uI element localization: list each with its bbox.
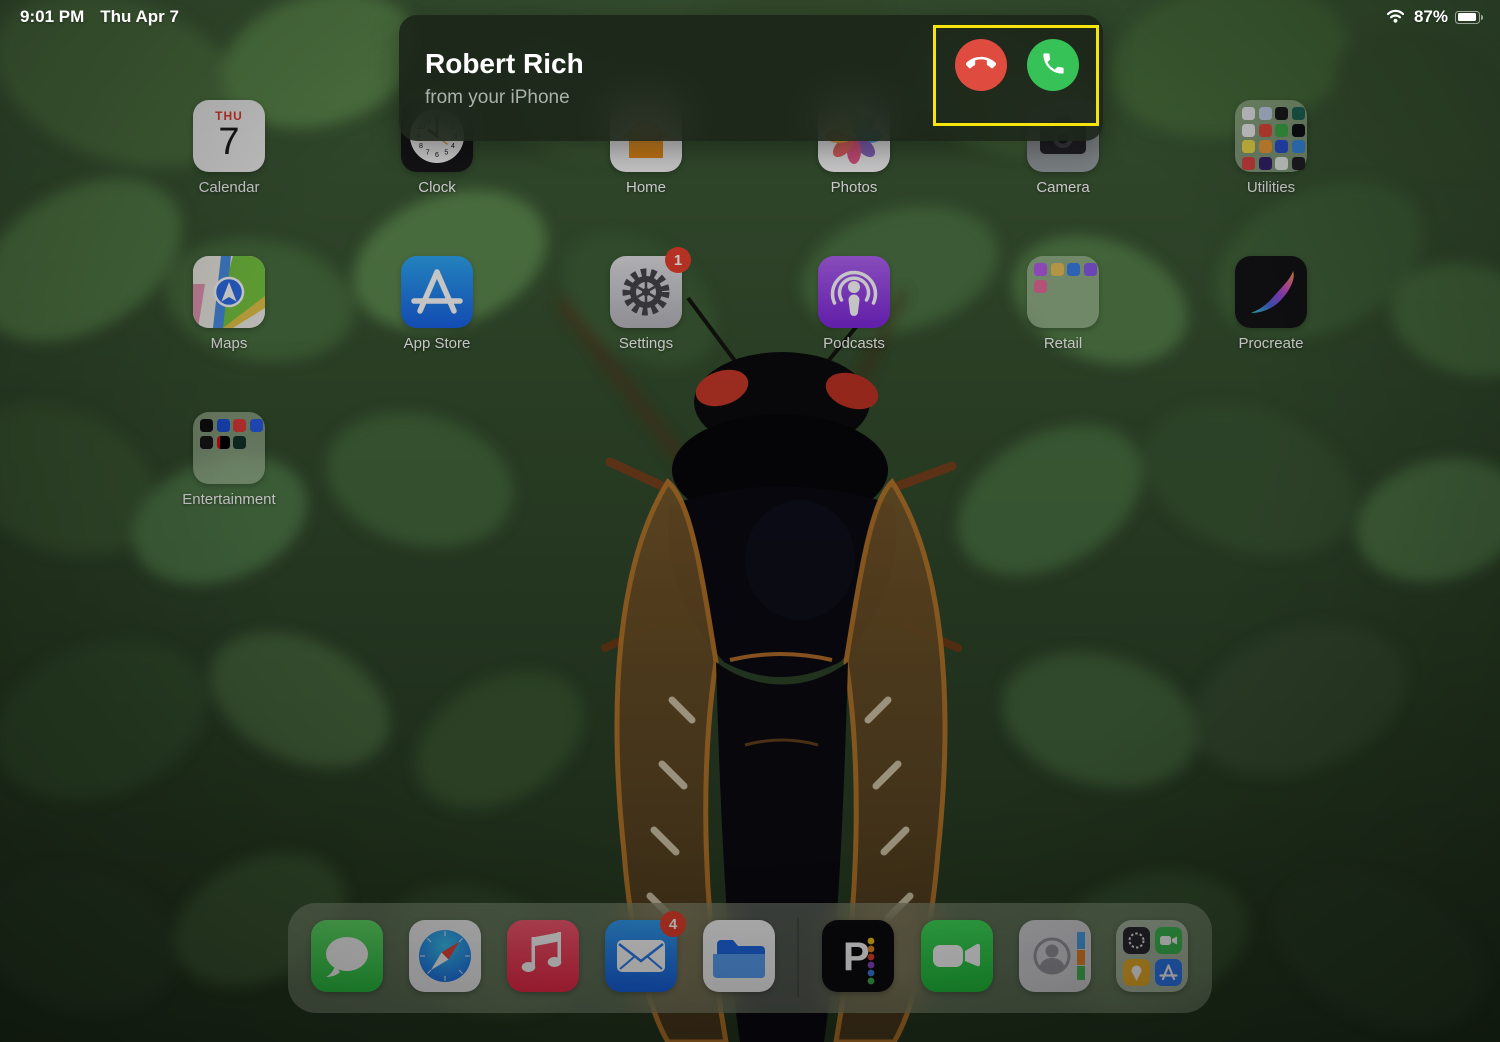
ipad-home-screen: THU 7 Calendar 1212 345 678 91011 Clock (0, 0, 1500, 1042)
maps-icon (193, 256, 265, 328)
settings-badge: 1 (665, 247, 691, 273)
retail-folder-icon (1027, 256, 1099, 328)
svg-text:4: 4 (451, 143, 455, 150)
svg-text:P: P (843, 935, 870, 979)
files-icon[interactable] (703, 920, 775, 992)
app-podcasts[interactable]: Podcasts (779, 256, 929, 352)
battery-icon (1455, 11, 1480, 24)
status-time: 9:01 PM (20, 7, 84, 27)
battery-percent: 87% (1414, 7, 1448, 27)
app-label: Clock (418, 179, 456, 196)
dock-separator (797, 918, 799, 998)
decline-call-button[interactable] (955, 39, 1007, 91)
app-settings[interactable]: 1 Settings (571, 256, 721, 352)
app-library-mini-appstore (1155, 959, 1182, 986)
folder-label: Retail (1044, 335, 1082, 352)
app-label: Settings (619, 335, 673, 352)
mail-badge: 4 (660, 911, 686, 937)
app-library-mini-settings (1123, 927, 1150, 954)
facetime-icon[interactable] (921, 920, 993, 992)
dock: 4 P (288, 903, 1212, 1013)
caller-name: Robert Rich (425, 48, 584, 80)
svg-text:7: 7 (426, 150, 430, 157)
app-label: Photos (831, 179, 878, 196)
app-label: Home (626, 179, 666, 196)
app-library-mini-findmy (1123, 959, 1150, 986)
svg-text:5: 5 (444, 150, 448, 157)
podcasts-icon (818, 256, 890, 328)
svg-text:6: 6 (435, 152, 439, 159)
settings-icon: 1 (610, 256, 682, 328)
calendar-icon: THU 7 (193, 100, 265, 172)
status-bar: 9:01 PM Thu Apr 7 87% (0, 0, 1500, 34)
app-label: Camera (1036, 179, 1089, 196)
app-library-mini-facetime (1155, 927, 1182, 954)
music-icon[interactable] (507, 920, 579, 992)
app-label: Procreate (1238, 335, 1303, 352)
app-procreate[interactable]: Procreate (1196, 256, 1346, 352)
folder-utilities[interactable]: Utilities (1196, 100, 1346, 196)
wifi-icon (1384, 6, 1407, 29)
app-appstore[interactable]: App Store (362, 256, 512, 352)
app-calendar[interactable]: THU 7 Calendar (154, 100, 304, 196)
calendar-day: 7 (218, 123, 239, 161)
messages-icon[interactable] (311, 920, 383, 992)
app-label: Calendar (199, 179, 260, 196)
folder-retail[interactable]: Retail (988, 256, 1138, 352)
app-store-icon (401, 256, 473, 328)
folder-entertainment[interactable]: Entertainment (154, 412, 304, 508)
app-label: Podcasts (823, 335, 885, 352)
utilities-folder-icon (1235, 100, 1307, 172)
safari-icon[interactable] (409, 920, 481, 992)
app-maps[interactable]: Maps (154, 256, 304, 352)
entertainment-folder-icon (193, 412, 265, 484)
mail-icon[interactable]: 4 (605, 920, 677, 992)
svg-text:8: 8 (419, 143, 423, 150)
app-label: App Store (404, 335, 471, 352)
app-label: Maps (211, 335, 248, 352)
app-library-icon[interactable] (1116, 920, 1188, 992)
status-date: Thu Apr 7 (100, 7, 179, 27)
accept-call-button[interactable] (1027, 39, 1079, 91)
accept-call-icon (1040, 50, 1067, 80)
contacts-icon[interactable] (1019, 920, 1091, 992)
decline-call-icon (966, 49, 996, 82)
folder-label: Utilities (1247, 179, 1295, 196)
folder-label: Entertainment (182, 491, 275, 508)
peacock-icon[interactable]: P (822, 920, 894, 992)
call-source-subtitle: from your iPhone (425, 87, 570, 109)
procreate-icon (1235, 256, 1307, 328)
